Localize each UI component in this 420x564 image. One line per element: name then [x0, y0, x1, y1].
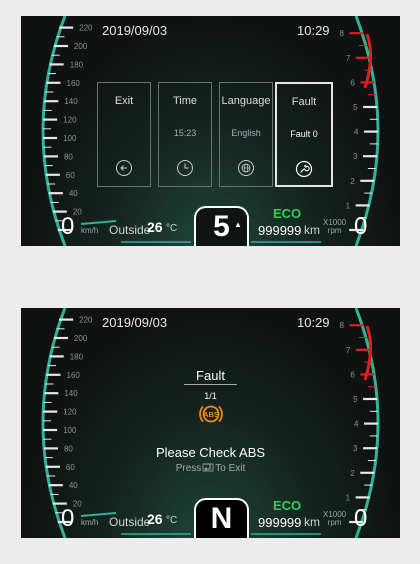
temp-unit: °C — [166, 515, 178, 526]
rpm-tick-label: 8 — [340, 29, 345, 38]
abs-warning-icon: ABS — [199, 405, 223, 423]
menu-tile-title: Fault — [291, 96, 317, 108]
exit-hint-prefix: Press — [175, 463, 202, 474]
fault-title: Fault — [196, 368, 225, 383]
speed-tick-label: 80 — [64, 152, 73, 161]
rpm-multiplier-bottom: rpm — [327, 226, 342, 235]
menu-tile-title: Time — [172, 95, 198, 107]
speed-tick-label: 220 — [79, 24, 93, 33]
odometer-unit: km — [304, 515, 320, 529]
gear-value: N — [210, 502, 233, 535]
speed-tick-label: 160 — [67, 79, 81, 88]
rpm-value: 0 — [354, 505, 368, 532]
speed-unit: km/h — [81, 226, 99, 235]
outside-label: Outside — [109, 515, 151, 529]
outside-temp: 26 — [147, 511, 163, 527]
rpm-multiplier: X1000 rpm — [323, 511, 346, 527]
time-display: 10:29 — [297, 23, 330, 38]
fault-divider — [184, 384, 237, 385]
rpm-tick-label: 7 — [346, 54, 351, 63]
speed-tick-label: 220 — [79, 316, 93, 325]
outside-temp: 26 — [147, 219, 163, 235]
rpm-tick-label: 8 — [340, 321, 345, 330]
speed-value: 0 — [61, 505, 75, 532]
speed-tick-label: 100 — [63, 134, 77, 143]
abs-label: ABS — [203, 410, 219, 419]
return-key-icon — [202, 463, 214, 472]
gear-indicator: 5 ▲ — [194, 206, 249, 246]
speed-unit: km/h — [81, 518, 99, 527]
rpm-tick-label: 5 — [353, 103, 358, 112]
speed-tick-label: 180 — [70, 352, 84, 361]
menu-tile-value: 15:23 — [173, 128, 197, 138]
speed-tick-label: 40 — [69, 189, 78, 198]
outside-label: Outside — [109, 223, 151, 237]
fault-counter: 1/1 — [204, 391, 217, 401]
speed-tick-label: 100 — [63, 426, 77, 435]
shift-up-icon: ▲ — [234, 220, 242, 229]
gear-indicator: N — [194, 498, 249, 538]
rpm-tick-label: 6 — [350, 78, 355, 87]
menu-tile-value: Fault 0 — [290, 129, 318, 139]
clock-icon — [177, 160, 193, 176]
rpm-tick-label: 1 — [346, 201, 351, 210]
speed-tick-label: 140 — [64, 97, 78, 106]
date-display: 2019/09/03 — [102, 315, 168, 330]
menu-tile-title: Language — [221, 95, 271, 107]
speed-tick-label: 120 — [63, 116, 77, 125]
speed-tick-label: 40 — [69, 481, 78, 490]
speed-tick-label: 200 — [74, 334, 88, 343]
speed-tick-label: 180 — [70, 60, 84, 69]
speed-tick-label: 120 — [63, 408, 77, 417]
wrench-icon — [295, 160, 313, 178]
rpm-tick-label: 1 — [346, 493, 351, 502]
speed-value: 0 — [61, 213, 75, 240]
odometer-value: 999999 — [258, 515, 302, 530]
odometer-value: 999999 — [258, 223, 302, 238]
time-display: 10:29 — [297, 315, 330, 330]
rpm-tick-label: 4 — [354, 420, 359, 429]
date-display: 2019/09/03 — [102, 23, 168, 38]
globe-icon — [238, 160, 254, 176]
menu-tile-time[interactable]: Time 15:23 — [158, 82, 212, 187]
temp-unit: °C — [166, 223, 178, 234]
menu-tile-exit[interactable]: Exit — [97, 82, 151, 187]
rpm-tick-label: 4 — [354, 128, 359, 137]
menu-tile-fault[interactable]: Fault Fault 0 — [275, 82, 333, 187]
speed-tick-label: 60 — [66, 171, 75, 180]
fault-message: Please Check ABS — [155, 445, 266, 460]
menu-tile-value: English — [231, 128, 261, 138]
exit-hint-suffix: To Exit — [215, 463, 246, 474]
rpm-multiplier: X1000 rpm — [323, 219, 346, 235]
rpm-tick-label: 3 — [353, 152, 358, 161]
menu-tile-language[interactable]: Language English — [219, 82, 273, 187]
rpm-tick-label: 2 — [350, 177, 355, 186]
eco-indicator: ECO — [273, 206, 302, 221]
rpm-multiplier-bottom: rpm — [327, 518, 342, 527]
rpm-value: 0 — [354, 213, 368, 240]
dashboard-menu-screen: 20 40 60 80 100 120 140 160 180 200 220 1 2 3 4 5 6 7 8 20… — [21, 16, 400, 246]
menu-tile-title: Exit — [114, 95, 134, 107]
speed-tick-label: 200 — [74, 42, 88, 51]
back-arrow-icon — [116, 160, 132, 176]
rpm-tick-label: 7 — [346, 346, 351, 355]
odometer-unit: km — [304, 223, 320, 237]
dashboard-fault-screen: 20 40 60 80 100 120 140 160 180 200 220 1 2 3 4 5 6 7 8 20… — [21, 308, 400, 538]
eco-indicator: ECO — [273, 498, 302, 513]
exit-hint: Press To Exit — [21, 463, 400, 474]
